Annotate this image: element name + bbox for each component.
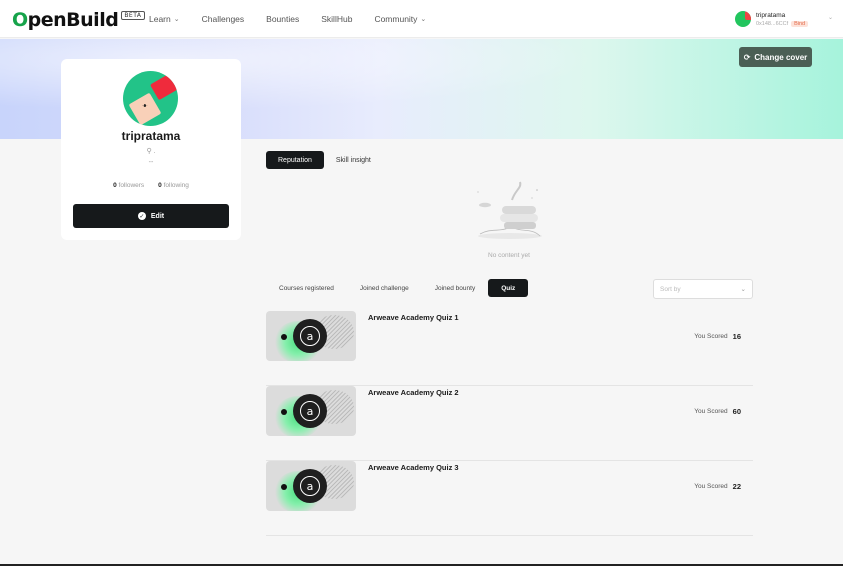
arweave-quiz-thumbnail: a — [266, 311, 356, 361]
user-menu[interactable]: tripratama 0x148...6CCf Bind ⌄ — [735, 11, 833, 27]
tab-quiz[interactable]: Quiz — [488, 279, 529, 297]
tab-joined-challenge[interactable]: Joined challenge — [347, 279, 422, 297]
profile-location: ⚲ . — [146, 148, 156, 155]
nav-item-label: Learn — [149, 14, 171, 24]
empty-state-text: No content yet — [488, 252, 530, 259]
main-nav: Learn ⌄ Challenges Bounties SkillHub Com… — [149, 14, 448, 24]
chevron-down-icon: ⌄ — [420, 16, 427, 23]
user-avatar — [735, 11, 751, 27]
chevron-down-icon: ⌄ — [173, 16, 180, 23]
quiz-title[interactable]: Arweave Academy Quiz 1 — [368, 313, 459, 322]
following-stat[interactable]: 0 following — [158, 182, 189, 189]
edit-profile-button[interactable]: ✓ Edit — [73, 204, 229, 228]
nav-item-label: Bounties — [266, 14, 300, 24]
nav-item-learn[interactable]: Learn ⌄ — [149, 14, 180, 24]
arweave-quiz-thumbnail: a — [266, 461, 356, 511]
user-name: tripratama — [756, 11, 786, 19]
reputation-tabs: Reputation Skill insight — [266, 151, 383, 169]
edit-label: Edit — [150, 212, 165, 220]
profile-username: tripratama — [121, 129, 181, 143]
quiz-row[interactable]: a Arweave Academy Quiz 3 You Scored 22 — [266, 461, 753, 536]
chevron-down-icon: ⌄ — [740, 286, 746, 293]
arweave-logo-icon: a — [293, 469, 327, 503]
sort-by-select[interactable]: Sort by ⌄ — [653, 279, 753, 299]
chevron-down-icon: ⌄ — [828, 15, 834, 21]
arweave-quiz-thumbnail: a — [266, 386, 356, 436]
beta-badge: BETA — [121, 11, 145, 20]
nav-item-skillhub[interactable]: SkillHub — [321, 14, 352, 24]
nav-item-label: Community — [374, 14, 418, 24]
location-pin-icon: ⚲ — [146, 148, 152, 155]
follow-stats: 0 followers 0 following — [61, 182, 241, 189]
profile-card: ꔹ tripratama ⚲ . -- 0 followers 0 follow… — [61, 59, 241, 240]
change-cover-button[interactable]: ⟳ Change cover — [739, 47, 812, 67]
tab-joined-bounty[interactable]: Joined bounty — [422, 279, 488, 297]
arweave-logo-icon: a — [293, 394, 327, 428]
tab-skill-insight[interactable]: Skill insight — [324, 151, 383, 169]
nav-item-challenges[interactable]: Challenges — [202, 14, 245, 24]
empty-state-illustration — [477, 181, 542, 239]
nav-item-bounties[interactable]: Bounties — [266, 14, 299, 24]
profile-bio: -- — [148, 159, 154, 166]
quiz-score: You Scored 22 — [694, 482, 741, 491]
check-icon: ✓ — [137, 212, 146, 220]
tab-courses-registered[interactable]: Courses registered — [266, 279, 347, 297]
tab-reputation[interactable]: Reputation — [266, 151, 324, 169]
openbuild-logo[interactable]: OpenBuild BETA — [12, 9, 145, 31]
quiz-score: You Scored 60 — [694, 407, 741, 416]
nav-item-label: Challenges — [201, 14, 245, 24]
top-header: OpenBuild BETA Learn ⌄ Challenges Bounti… — [0, 0, 843, 38]
sort-by-placeholder: Sort by — [660, 285, 681, 293]
wallet-address: 0x148...6CCf — [756, 20, 789, 27]
followers-stat[interactable]: 0 followers — [113, 182, 144, 189]
quiz-row[interactable]: a Arweave Academy Quiz 2 You Scored 60 — [266, 386, 753, 461]
nav-item-label: SkillHub — [321, 14, 353, 24]
activity-tabs: Courses registered Joined challenge Join… — [266, 279, 529, 297]
profile-avatar: ꔹ — [123, 71, 178, 126]
change-cover-label: Change cover — [754, 52, 808, 62]
quiz-title[interactable]: Arweave Academy Quiz 2 — [368, 388, 459, 397]
bind-badge[interactable]: Bind — [791, 20, 809, 27]
quiz-row[interactable]: a Arweave Academy Quiz 1 You Scored 16 — [266, 311, 753, 386]
nav-item-community[interactable]: Community ⌄ — [374, 14, 426, 24]
arweave-logo-icon: a — [293, 319, 327, 353]
quiz-score: You Scored 16 — [694, 332, 741, 341]
refresh-icon: ⟳ — [743, 52, 751, 62]
quiz-title[interactable]: Arweave Academy Quiz 3 — [368, 463, 459, 472]
